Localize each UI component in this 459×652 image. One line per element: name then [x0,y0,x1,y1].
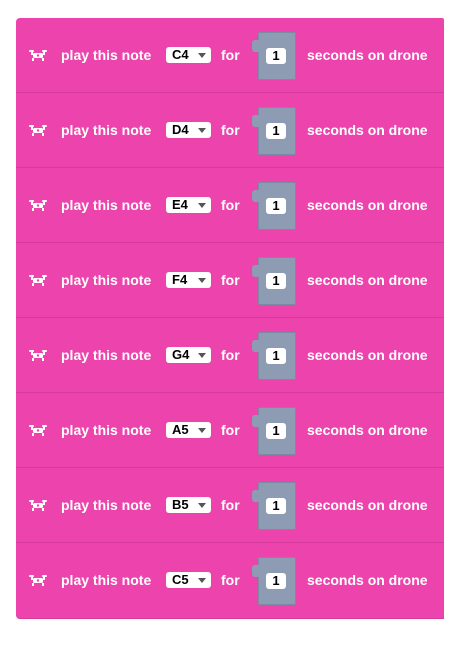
duration-input[interactable]: 1 [266,198,286,214]
duration-slot[interactable]: 1 [252,257,296,305]
dropdown-arrow-icon [198,203,206,208]
seconds-on-drone-label: seconds on drone [307,572,428,588]
note-value: A5 [172,422,189,437]
duration-slot[interactable]: 1 [252,182,296,230]
play-note-block[interactable]: play this note F4 for 1 seconds on drone [16,243,444,318]
note-dropdown[interactable]: E4 [166,197,211,213]
note-value: G4 [172,347,190,362]
play-note-label: play this note [61,272,152,288]
duration-slot[interactable]: 1 [252,482,296,530]
for-label: for [221,572,240,588]
seconds-on-drone-label: seconds on drone [307,47,428,63]
note-value: C4 [172,47,189,62]
play-note-block[interactable]: play this note C5 for 1 seconds on drone [16,543,444,619]
for-label: for [221,197,240,213]
note-value: D4 [172,122,189,137]
duration-slot[interactable]: 1 [252,332,296,380]
duration-slot[interactable]: 1 [252,407,296,455]
drone-icon [29,425,47,436]
note-value: F4 [172,272,188,287]
drone-icon [29,125,47,136]
drone-icon [29,275,47,286]
seconds-on-drone-label: seconds on drone [307,422,428,438]
play-note-block[interactable]: play this note C4 for 1 seconds on drone [16,18,444,93]
play-note-block[interactable]: play this note E4 for 1 seconds on drone [16,168,444,243]
play-note-block[interactable]: play this note B5 for 1 seconds on drone [16,468,444,543]
duration-slot[interactable]: 1 [252,32,296,80]
seconds-on-drone-label: seconds on drone [307,197,428,213]
for-label: for [221,47,240,63]
duration-input[interactable]: 1 [266,498,286,514]
dropdown-arrow-icon [198,278,206,283]
play-note-label: play this note [61,122,152,138]
play-note-block[interactable]: play this note A5 for 1 seconds on drone [16,393,444,468]
drone-icon [29,200,47,211]
dropdown-arrow-icon [198,128,206,133]
note-value: C5 [172,572,189,587]
play-note-label: play this note [61,497,152,513]
note-dropdown[interactable]: A5 [166,422,211,438]
dropdown-arrow-icon [198,353,206,358]
note-dropdown[interactable]: D4 [166,122,211,138]
drone-icon [29,350,47,361]
note-dropdown[interactable]: B5 [166,497,211,513]
play-note-label: play this note [61,197,152,213]
duration-slot[interactable]: 1 [252,107,296,155]
duration-input[interactable]: 1 [266,273,286,289]
play-note-block[interactable]: play this note G4 for 1 seconds on drone [16,318,444,393]
duration-input[interactable]: 1 [266,423,286,439]
duration-input[interactable]: 1 [266,48,286,64]
for-label: for [221,497,240,513]
play-note-label: play this note [61,347,152,363]
duration-input[interactable]: 1 [266,123,286,139]
note-dropdown[interactable]: C5 [166,572,211,588]
duration-input[interactable]: 1 [266,348,286,364]
note-dropdown[interactable]: G4 [166,347,211,363]
for-label: for [221,122,240,138]
seconds-on-drone-label: seconds on drone [307,497,428,513]
block-stack[interactable]: play this note C4 for 1 seconds on drone… [16,18,444,619]
note-value: B5 [172,497,189,512]
duration-input[interactable]: 1 [266,573,286,589]
play-note-label: play this note [61,422,152,438]
note-dropdown[interactable]: C4 [166,47,211,63]
dropdown-arrow-icon [198,53,206,58]
for-label: for [221,347,240,363]
dropdown-arrow-icon [198,503,206,508]
duration-slot[interactable]: 1 [252,557,296,605]
seconds-on-drone-label: seconds on drone [307,122,428,138]
for-label: for [221,272,240,288]
drone-icon [29,575,47,586]
dropdown-arrow-icon [198,428,206,433]
play-note-block[interactable]: play this note D4 for 1 seconds on drone [16,93,444,168]
play-note-label: play this note [61,47,152,63]
drone-icon [29,500,47,511]
seconds-on-drone-label: seconds on drone [307,272,428,288]
dropdown-arrow-icon [198,578,206,583]
drone-icon [29,50,47,61]
for-label: for [221,422,240,438]
play-note-label: play this note [61,572,152,588]
note-value: E4 [172,197,188,212]
seconds-on-drone-label: seconds on drone [307,347,428,363]
note-dropdown[interactable]: F4 [166,272,211,288]
